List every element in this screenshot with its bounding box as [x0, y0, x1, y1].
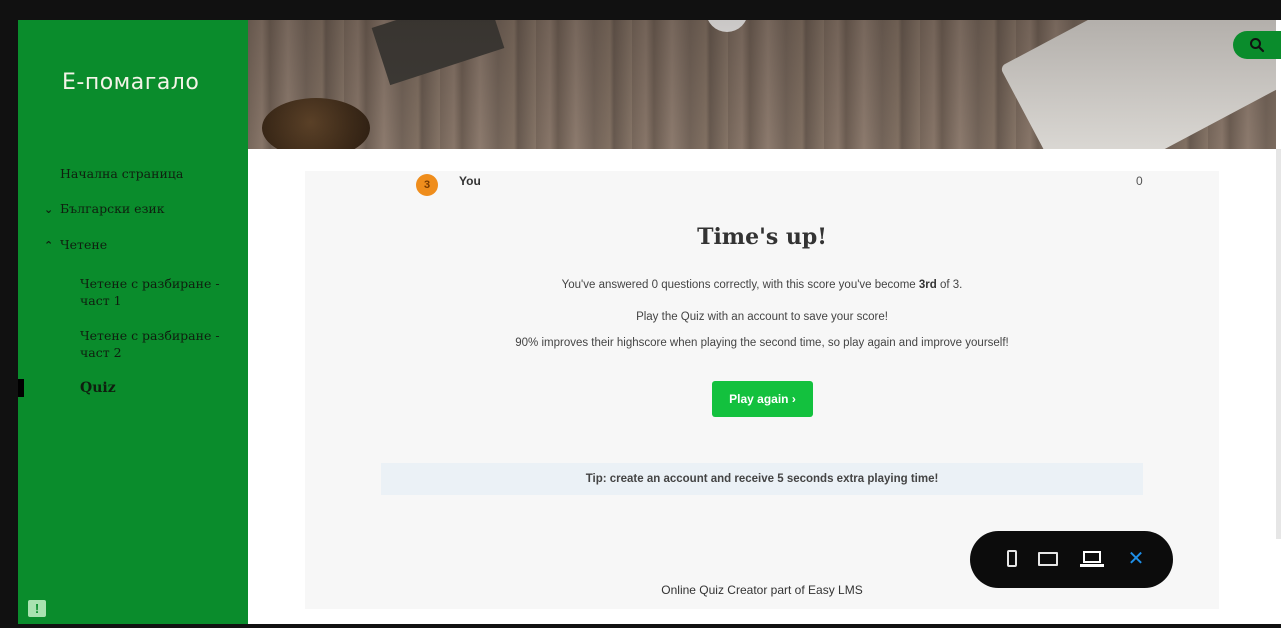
rank-medal-icon: 3: [416, 174, 438, 196]
chevron-up-icon: ⌃: [44, 239, 54, 252]
window-frame-bottom: [0, 624, 1281, 628]
sidebar-item-label: Quiz: [80, 380, 116, 396]
sidebar-item-home[interactable]: Начална страница: [60, 165, 183, 182]
sidebar-item-label: Четене: [59, 237, 108, 252]
window-frame-left: [0, 0, 18, 628]
active-item-marker: [18, 379, 24, 397]
preview-desktop-button[interactable]: [1078, 531, 1106, 588]
sidebar-item-bulgarian[interactable]: ⌄ Български език: [44, 200, 165, 218]
preview-phone-button[interactable]: [998, 531, 1026, 588]
header-banner: [248, 20, 1276, 149]
search-button[interactable]: [1233, 31, 1281, 59]
chevron-down-icon: ⌄: [44, 203, 54, 216]
preview-tablet-button[interactable]: [1034, 531, 1062, 588]
sidebar-item-label: Четене с разбиране - част 2: [80, 328, 220, 360]
quiz-result-heading: Time's up!: [697, 224, 827, 250]
sidebar-item-label: Български език: [59, 201, 165, 216]
sidebar-item-reading[interactable]: ⌃ Четене: [44, 236, 107, 254]
close-preview-button[interactable]: ✕: [1122, 531, 1150, 588]
close-icon: ✕: [1127, 546, 1145, 570]
site-title[interactable]: Е-помагало: [62, 70, 199, 95]
result-rank: 3rd: [918, 279, 937, 291]
tip-banner: Tip: create an account and receive 5 sec…: [381, 463, 1143, 495]
sidebar-item-reading-part-2[interactable]: Четене с разбиране - част 2: [80, 327, 230, 361]
save-score-prompt: Play the Quiz with an account to save yo…: [636, 311, 888, 323]
page-scrollbar[interactable]: [1276, 149, 1281, 539]
desktop-icon: [1083, 551, 1101, 563]
search-icon: [1250, 38, 1265, 53]
sidebar-item-label: Четене с разбиране - част 1: [80, 276, 220, 308]
result-suffix: of 3.: [936, 279, 963, 291]
improve-score-text: 90% improves their highscore when playin…: [515, 337, 1009, 349]
sidebar: Е-помагало Начална страница ⌄ Български …: [18, 20, 248, 624]
desktop-icon-base: [1080, 564, 1104, 567]
leaderboard-player-name: You: [459, 174, 481, 188]
play-again-button[interactable]: Play again ›: [712, 381, 813, 417]
sidebar-item-label: Начална страница: [60, 166, 184, 181]
tablet-icon: [1038, 552, 1058, 566]
banner-overlay: [248, 20, 1276, 149]
quiz-result-text: You've answered 0 questions correctly, w…: [305, 279, 1219, 291]
result-prefix: You've answered 0 questions correctly, w…: [561, 279, 919, 291]
sidebar-item-quiz[interactable]: Quiz: [80, 380, 116, 397]
device-preview-toolbar: ✕: [970, 531, 1173, 588]
phone-icon: [1007, 550, 1017, 567]
leaderboard-player-score: 0: [1136, 174, 1143, 188]
window-frame-top: [0, 0, 1281, 20]
sidebar-item-reading-part-1[interactable]: Четене с разбиране - част 1: [80, 275, 230, 309]
feedback-icon[interactable]: !: [28, 600, 46, 617]
